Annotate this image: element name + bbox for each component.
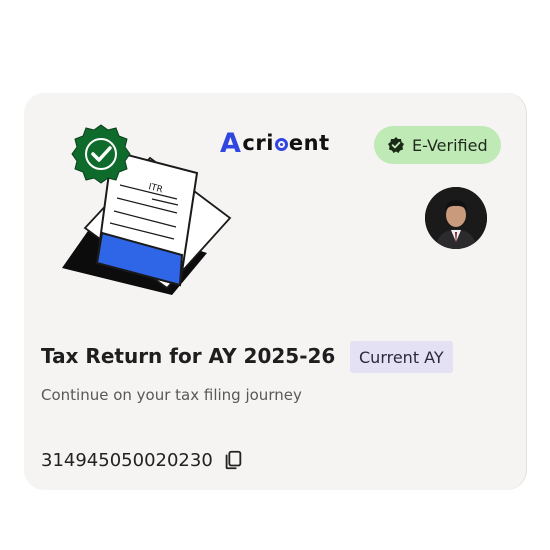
current-ay-chip: Current AY — [350, 341, 453, 373]
e-verified-badge: E-Verified — [374, 126, 501, 164]
copy-icon[interactable] — [222, 449, 244, 471]
page-title: Tax Return for AY 2025-26 — [41, 344, 336, 368]
user-avatar-photo — [425, 187, 487, 249]
verified-check-icon — [388, 137, 404, 153]
title-row: Tax Return for AY 2025-26 — [41, 344, 335, 368]
e-verified-label: E-Verified — [412, 135, 488, 155]
acknowledgement-row: 314945050020230 — [41, 449, 244, 471]
acknowledgement-number: 314945050020230 — [41, 449, 213, 471]
brand-logo-initial: A — [220, 127, 242, 159]
brand-logo-o — [274, 137, 288, 151]
avatar[interactable] — [425, 187, 487, 249]
brand-logo: A cri ent — [220, 127, 330, 159]
itr-card[interactable]: ITR A cri ent E-Verified Tax Return for … — [24, 93, 526, 490]
subtitle: Continue on your tax filing journey — [41, 386, 302, 404]
brand-logo-text-2: ent — [288, 131, 330, 155]
brand-logo-text-1: cri — [242, 131, 274, 155]
